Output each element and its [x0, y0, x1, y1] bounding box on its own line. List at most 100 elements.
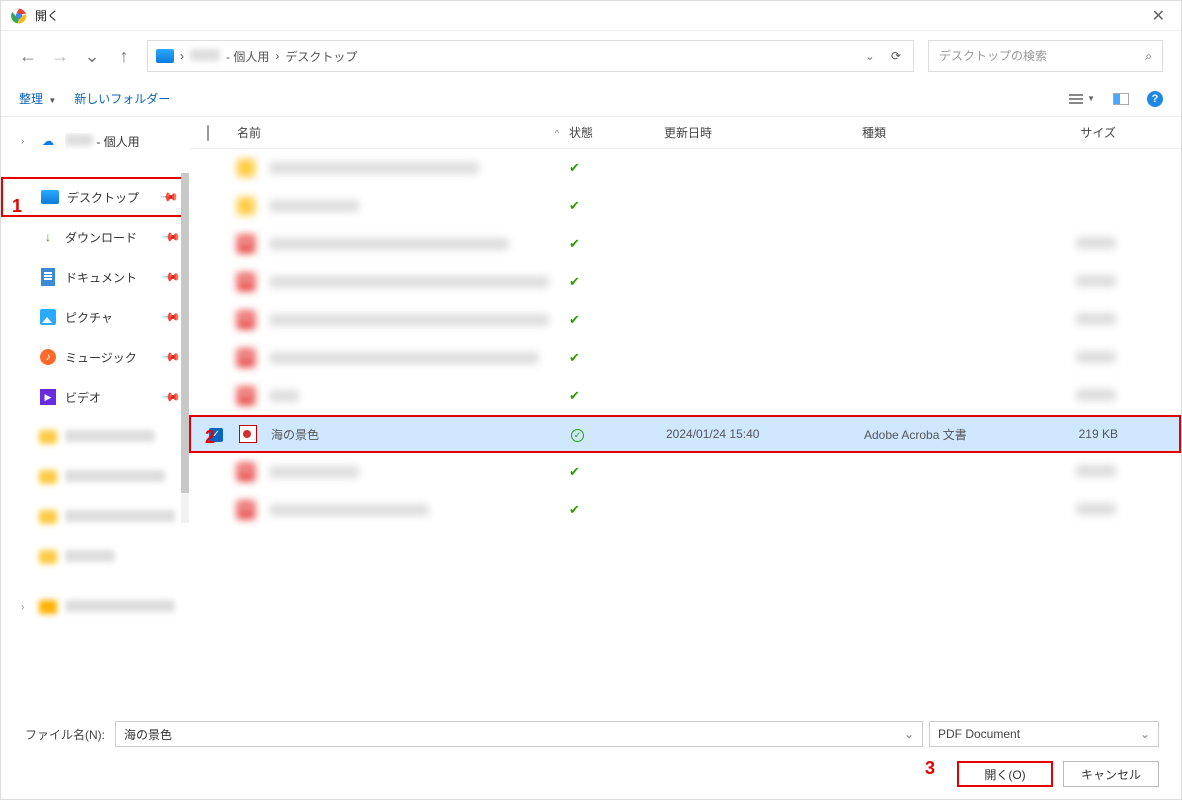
nav-back[interactable]: ←	[19, 46, 37, 67]
column-date[interactable]: 更新日時	[664, 124, 862, 141]
addr-dropdown[interactable]: ⌄	[859, 49, 881, 63]
sidebar-item-label: ピクチャ	[65, 309, 156, 326]
sidebar-item-videos[interactable]: ▶ ビデオ 📌	[1, 377, 189, 417]
help-button[interactable]: ?	[1147, 91, 1163, 107]
organize-menu[interactable]: 整理 ▼	[19, 90, 56, 107]
file-row[interactable]: ✔	[189, 301, 1181, 339]
sidebar-item-label: ダウンロード	[65, 229, 156, 246]
file-date: 2024/01/24 15:40	[666, 427, 864, 441]
filename-label: ファイル名(N):	[23, 726, 109, 743]
dropdown-icon: ⌄	[1140, 727, 1150, 741]
preview-pane-button[interactable]	[1113, 93, 1129, 105]
file-row[interactable]: ✔	[189, 377, 1181, 415]
view-mode-button[interactable]: ▼	[1069, 94, 1095, 104]
chevron-right-icon: ›	[21, 136, 31, 147]
sidebar-item-desktop[interactable]: デスクトップ 📌	[1, 177, 189, 217]
caret-down-icon: ▼	[48, 96, 56, 105]
caret-down-icon: ▼	[1087, 94, 1095, 103]
folder-icon	[237, 197, 255, 215]
file-list: 名前 ^ 状態 更新日時 種類 サイズ ✔ ✔	[189, 117, 1181, 707]
sidebar-scrollbar[interactable]	[181, 173, 189, 523]
toolbar: 整理 ▼ 新しいフォルダー ▼ ?	[1, 81, 1181, 117]
pictures-icon	[40, 309, 56, 325]
pdf-icon	[237, 235, 255, 253]
folder-icon	[39, 470, 57, 484]
annotation-1: 1	[12, 196, 22, 217]
sidebar-item-music[interactable]: ♪ ミュージック 📌	[1, 337, 189, 377]
column-type[interactable]: 種類	[862, 124, 1032, 141]
column-size[interactable]: サイズ	[1032, 124, 1130, 141]
close-button[interactable]: ✕	[1146, 6, 1171, 26]
open-button[interactable]: 開く(O)	[957, 761, 1053, 787]
pin-icon: 📌	[161, 347, 181, 367]
sidebar-item-blurred[interactable]	[1, 497, 189, 537]
folder-icon	[39, 510, 57, 524]
dialog-footer: ファイル名(N): 海の景色 ⌄ PDF Document ⌄ 開く(O) キャ…	[1, 707, 1181, 799]
sync-ok-icon: ✔	[569, 236, 580, 251]
column-state[interactable]: 状態	[569, 124, 664, 141]
sidebar-item-label: ビデオ	[65, 389, 156, 406]
annotation-3: 3	[925, 758, 935, 779]
sidebar-item-documents[interactable]: ドキュメント 📌	[1, 257, 189, 297]
sync-ok-icon: ✔	[569, 502, 580, 517]
sync-ok-icon: ✔	[569, 464, 580, 479]
sort-indicator-icon: ^	[555, 128, 559, 138]
document-icon	[41, 268, 55, 286]
column-name[interactable]: 名前 ^	[237, 124, 569, 141]
file-list-header: 名前 ^ 状態 更新日時 種類 サイズ	[189, 117, 1181, 149]
desktop-icon	[156, 49, 174, 63]
sync-ok-icon: ✔	[569, 312, 580, 327]
pdf-icon	[239, 425, 257, 443]
pin-icon: 📌	[161, 227, 181, 247]
search-box[interactable]: ⌕	[928, 40, 1163, 72]
nav-recent[interactable]: ⌄	[83, 46, 101, 67]
sidebar-item-blurred[interactable]	[1, 417, 189, 457]
cancel-button[interactable]: キャンセル	[1063, 761, 1159, 787]
file-type: Adobe Acroba 文書	[864, 426, 1034, 443]
nav-forward[interactable]: →	[51, 46, 69, 67]
file-row[interactable]: ✔	[189, 491, 1181, 529]
file-row[interactable]: ✔	[189, 149, 1181, 187]
breadcrumb-sep: ›	[180, 49, 184, 63]
sidebar-item-blurred[interactable]: ›	[1, 587, 189, 627]
sync-ok-icon: ✔	[569, 160, 580, 175]
sync-ok-icon: ✔	[569, 350, 580, 365]
file-row-selected[interactable]: ✓ 海の景色 ✓ 2024/01/24 15:40 Adobe Acroba 文…	[189, 415, 1181, 453]
sidebar-item-pictures[interactable]: ピクチャ 📌	[1, 297, 189, 337]
pdf-icon	[237, 349, 255, 367]
file-row[interactable]: ✔	[189, 339, 1181, 377]
new-folder-button[interactable]: 新しいフォルダー	[74, 90, 170, 107]
list-view-icon	[1069, 94, 1083, 104]
address-bar[interactable]: › - 個人用 › デスクトップ ⌄ ⟳	[147, 40, 914, 72]
filetype-select[interactable]: PDF Document ⌄	[929, 721, 1159, 747]
sidebar-item-downloads[interactable]: ↓ ダウンロード 📌	[1, 217, 189, 257]
search-input[interactable]	[939, 49, 1145, 63]
file-row[interactable]: ✔	[189, 453, 1181, 491]
filename-input[interactable]: 海の景色 ⌄	[115, 721, 923, 747]
sidebar-item-label: デスクトップ	[67, 189, 154, 206]
filename-value: 海の景色	[124, 726, 904, 743]
nav-up[interactable]: ↑	[115, 46, 133, 67]
refresh-button[interactable]: ⟳	[887, 49, 905, 63]
folder-icon	[39, 430, 57, 444]
cloud-icon: ☁	[39, 132, 57, 150]
folder-icon	[237, 159, 255, 177]
scrollbar-thumb[interactable]	[181, 173, 189, 493]
sync-ok-icon: ✔	[569, 274, 580, 289]
nav-row: ← → ⌄ ↑ › - 個人用 › デスクトップ ⌄ ⟳ ⌕	[1, 31, 1181, 81]
sidebar-item-blurred[interactable]	[1, 457, 189, 497]
breadcrumb-current: デスクトップ	[285, 48, 357, 65]
sidebar-item-onedrive[interactable]: › ☁ - 個人用	[1, 121, 189, 161]
sidebar-item-label: ドキュメント	[65, 269, 156, 286]
sync-ok-icon: ✔	[569, 198, 580, 213]
file-row[interactable]: ✔	[189, 263, 1181, 301]
file-row[interactable]: ✔	[189, 187, 1181, 225]
select-all-checkbox[interactable]	[207, 125, 209, 141]
sidebar-item-blurred[interactable]	[1, 537, 189, 577]
pin-icon: 📌	[161, 387, 181, 407]
dropdown-icon[interactable]: ⌄	[904, 727, 914, 741]
desktop-icon	[41, 190, 59, 204]
file-row[interactable]: ✔	[189, 225, 1181, 263]
search-icon[interactable]: ⌕	[1145, 49, 1152, 64]
sync-ok-icon: ✓	[571, 429, 584, 442]
